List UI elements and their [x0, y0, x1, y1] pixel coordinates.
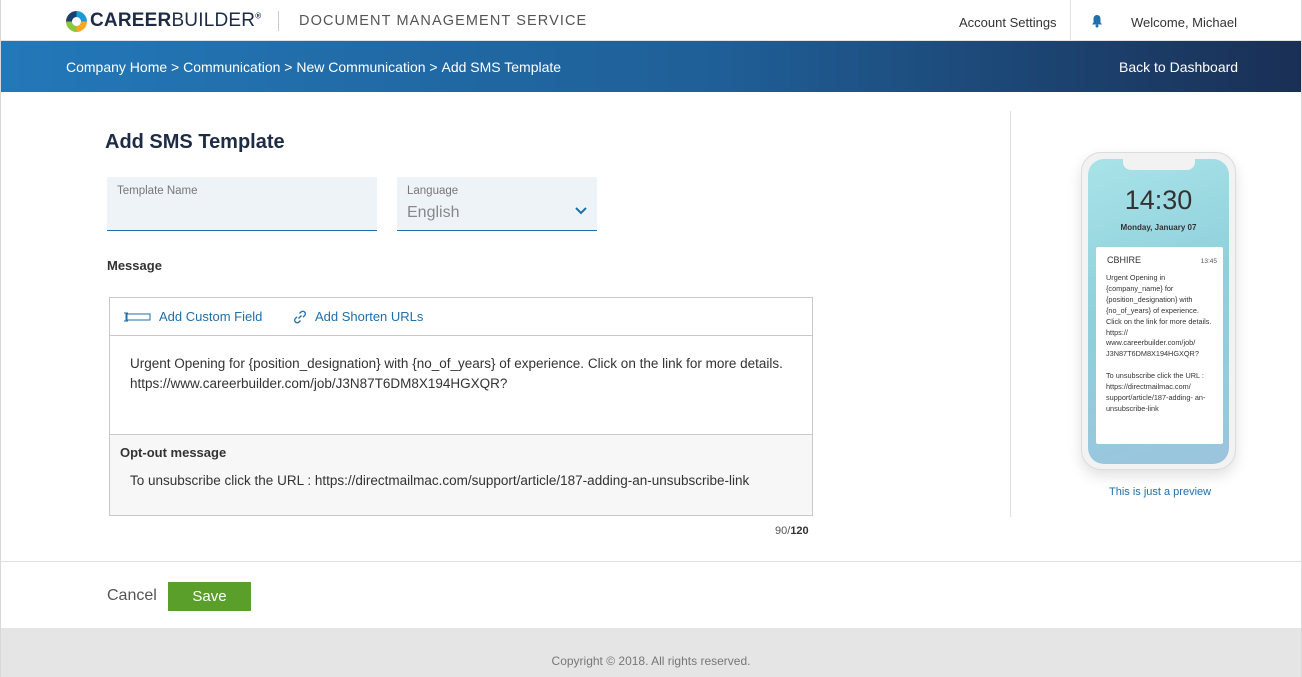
custom-field-icon	[124, 312, 151, 321]
add-shorten-urls-button[interactable]: Add Shorten URLs	[293, 309, 423, 324]
notification-optout: To unsubscribe click the URL : https://d…	[1106, 371, 1206, 413]
notification-url: https:// www.careerbuilder.com/job/ J3N8…	[1106, 327, 1199, 359]
notification-time: 13:45	[1200, 258, 1217, 265]
phone-screen: 14:30 Monday, January 07 CBHIRE 13:45 Ur…	[1088, 159, 1229, 464]
account-settings-link[interactable]: Account Settings	[959, 15, 1057, 30]
cancel-button[interactable]: Cancel	[107, 587, 157, 605]
breadcrumb-company-home[interactable]: Company Home	[66, 59, 167, 75]
breadcrumb-new-communication[interactable]: New Communication	[296, 59, 425, 75]
counter-used: 90	[775, 525, 788, 537]
template-name-field[interactable]: Template Name	[107, 177, 377, 231]
message-label: Message	[107, 258, 162, 273]
notification-message: Urgent Opening in {company_name} for {po…	[1106, 273, 1212, 326]
breadcrumb-separator: >	[425, 59, 442, 75]
phone-notch	[1123, 159, 1195, 170]
breadcrumb-bar: Company Home > Communication > New Commu…	[1, 41, 1301, 92]
notification-spacer	[1106, 360, 1216, 371]
preview-date: Monday, January 07	[1120, 223, 1197, 232]
link-icon	[294, 310, 306, 323]
breadcrumb-separator: >	[280, 59, 297, 75]
preview-divider	[1010, 111, 1011, 517]
top-header: CAREERBUILDER® DOCUMENT MANAGEMENT SERVI…	[1, 0, 1301, 41]
logo-text-bold: CAREER	[90, 10, 172, 31]
optout-label: Opt-out message	[120, 445, 227, 460]
notification-body: Urgent Opening in {company_name} for {po…	[1106, 273, 1216, 415]
page-title: Add SMS Template	[105, 131, 285, 153]
header-divider	[278, 11, 279, 31]
logo-mark-icon	[66, 10, 87, 32]
welcome-user[interactable]: Welcome, Michael	[1131, 15, 1237, 30]
language-value[interactable]: English	[407, 204, 459, 222]
counter-max: 120	[790, 525, 809, 537]
message-text[interactable]: Urgent Opening for {position_designation…	[130, 354, 790, 393]
optout-section: Opt-out message To unsubscribe click the…	[110, 434, 812, 515]
preview-note: This is just a preview	[1109, 486, 1212, 498]
logo-text-light: BUILDER	[171, 10, 256, 31]
careerbuilder-logo[interactable]: CAREERBUILDER®	[66, 10, 261, 32]
template-name-label: Template Name	[117, 185, 198, 197]
header-divider-right	[1070, 0, 1071, 41]
chevron-down-icon[interactable]	[575, 207, 587, 215]
breadcrumb-current: Add SMS Template	[441, 59, 562, 75]
service-title: DOCUMENT MANAGEMENT SERVICE	[299, 13, 588, 29]
breadcrumb-communication[interactable]: Communication	[183, 59, 280, 75]
message-toolbar: Add Custom Field Add Shorten URLs	[110, 298, 812, 336]
back-to-dashboard-link[interactable]: Back to Dashboard	[1119, 59, 1238, 75]
save-button[interactable]: Save	[168, 582, 251, 611]
notification-app-name: CBHIRE	[1107, 255, 1142, 265]
message-editor[interactable]: Add Custom Field Add Shorten URLs Urgent…	[109, 297, 813, 516]
add-custom-field-button[interactable]: Add Custom Field	[123, 309, 262, 324]
breadcrumb: Company Home > Communication > New Commu…	[66, 59, 561, 75]
message-line-main: Urgent Opening for {position_designation…	[130, 356, 783, 371]
logo-registered-mark: ®	[255, 11, 262, 21]
phone-preview: 14:30 Monday, January 07 CBHIRE 13:45 Ur…	[1081, 152, 1236, 470]
add-custom-field-label: Add Custom Field	[159, 309, 263, 324]
actions-divider	[1, 561, 1301, 562]
breadcrumb-separator: >	[167, 59, 184, 75]
add-shorten-urls-label: Add Shorten URLs	[315, 309, 424, 324]
preview-clock: 14:30	[1124, 185, 1193, 215]
language-select[interactable]: Language English	[397, 177, 597, 231]
language-label: Language	[407, 185, 459, 197]
sms-notification: CBHIRE 13:45 Urgent Opening in {company_…	[1096, 247, 1223, 444]
character-counter: 90/120	[775, 525, 809, 537]
message-line-url: https://www.careerbuilder.com/job/J3N87T…	[130, 375, 508, 391]
template-name-input[interactable]	[117, 204, 367, 221]
page-footer: Copyright © 2018. All rights reserved.	[1, 628, 1301, 677]
optout-text: To unsubscribe click the URL : https://d…	[130, 473, 750, 488]
copyright-text: Copyright © 2018. All rights reserved.	[551, 654, 751, 668]
bell-icon[interactable]	[1091, 14, 1103, 28]
